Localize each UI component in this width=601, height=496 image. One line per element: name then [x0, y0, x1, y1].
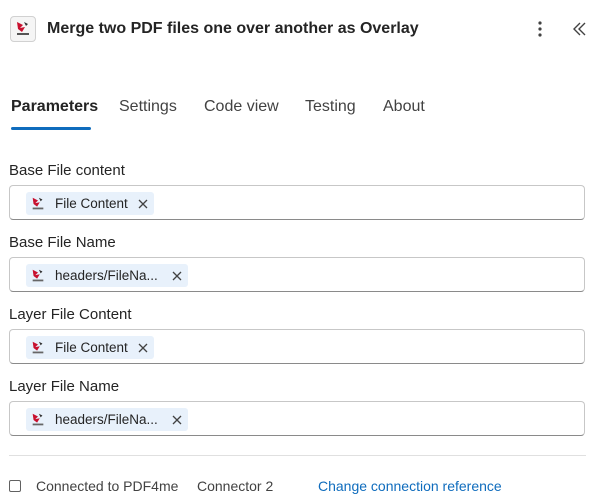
- base-file-content-label: Base File content: [9, 162, 125, 179]
- tab-list: Parameters Settings Code view Testing Ab…: [0, 92, 601, 132]
- tab-code-view[interactable]: Code view: [204, 98, 279, 116]
- pdf4me-logo-icon: [29, 195, 47, 213]
- base-file-content-field[interactable]: File Content: [9, 185, 585, 220]
- dynamic-content-token[interactable]: File Content: [26, 192, 154, 215]
- connection-checkbox[interactable]: [9, 480, 21, 492]
- close-icon[interactable]: [138, 343, 148, 353]
- layer-file-name-field[interactable]: headers/FileNa...: [9, 401, 585, 436]
- tab-parameters[interactable]: Parameters: [11, 98, 98, 116]
- connection-footer: Connected to PDF4me Connector 2 Change c…: [9, 476, 599, 496]
- connection-label: Connected to PDF4me: [36, 478, 179, 494]
- pdf4me-logo-icon: [29, 339, 47, 357]
- tab-settings[interactable]: Settings: [119, 98, 177, 116]
- token-label: headers/FileNa...: [55, 268, 158, 283]
- panel-header: Merge two PDF files one over another as …: [0, 0, 601, 62]
- tab-about[interactable]: About: [383, 98, 425, 116]
- active-tab-indicator: [11, 127, 91, 130]
- dynamic-content-token[interactable]: headers/FileNa...: [26, 408, 188, 431]
- pdf4me-logo-icon: [29, 411, 47, 429]
- layer-file-name-label: Layer File Name: [9, 378, 120, 395]
- dynamic-content-token[interactable]: File Content: [26, 336, 154, 359]
- double-chevron-left-icon[interactable]: [570, 19, 590, 39]
- layer-file-content-label: Layer File Content: [9, 306, 132, 323]
- token-label: File Content: [55, 196, 128, 211]
- pdf4me-logo-icon: [29, 267, 47, 285]
- close-icon[interactable]: [172, 415, 182, 425]
- close-icon[interactable]: [172, 271, 182, 281]
- section-divider: [9, 455, 586, 456]
- close-icon[interactable]: [138, 199, 148, 209]
- token-label: headers/FileNa...: [55, 412, 158, 427]
- base-file-name-field[interactable]: headers/FileNa...: [9, 257, 585, 292]
- layer-file-content-field[interactable]: File Content: [9, 329, 585, 364]
- tab-testing[interactable]: Testing: [305, 98, 356, 116]
- page-title: Merge two PDF files one over another as …: [47, 20, 419, 37]
- token-label: File Content: [55, 340, 128, 355]
- base-file-name-label: Base File Name: [9, 234, 116, 251]
- change-connection-link[interactable]: Change connection reference: [318, 478, 502, 494]
- pdf4me-logo-icon: [10, 16, 36, 42]
- more-vertical-icon[interactable]: [530, 19, 550, 39]
- connector-label: Connector 2: [197, 478, 274, 494]
- dynamic-content-token[interactable]: headers/FileNa...: [26, 264, 188, 287]
